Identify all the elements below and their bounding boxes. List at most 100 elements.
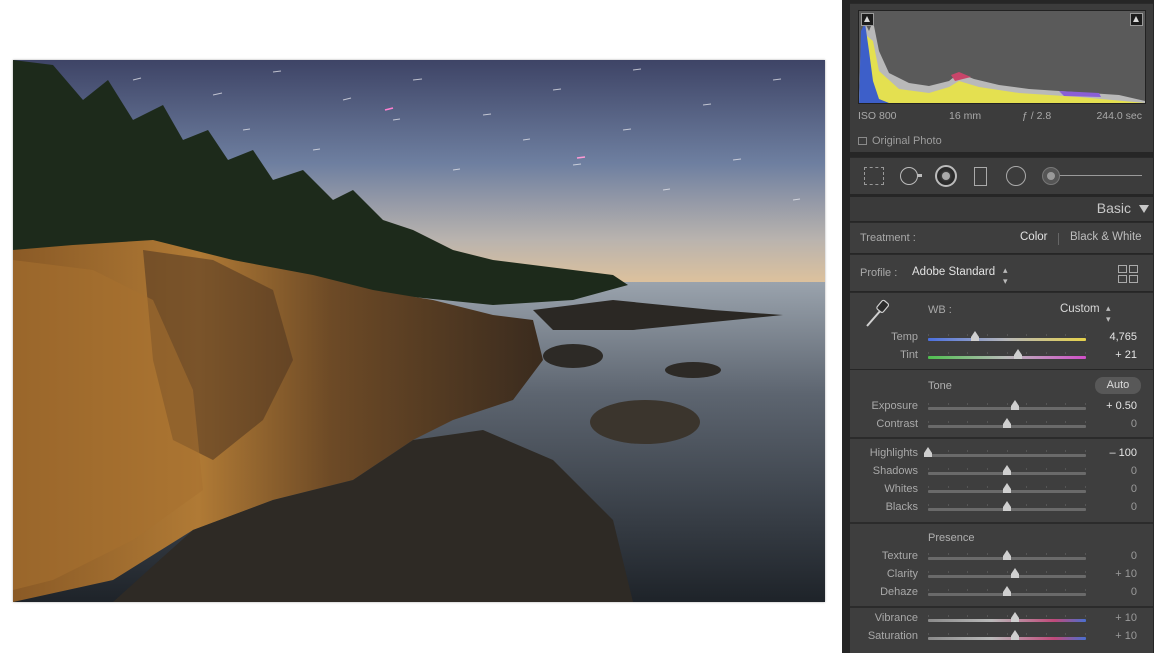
- original-photo-checkbox[interactable]: [858, 137, 867, 145]
- vibrance-slider-knob[interactable]: [1010, 612, 1019, 622]
- whites-value[interactable]: 0: [1131, 483, 1137, 495]
- red-eye-icon[interactable]: [935, 165, 957, 187]
- treatment-color-button[interactable]: Color: [1020, 231, 1047, 243]
- develop-panel: ISO 800 16 mm ƒ / 2.8 244.0 sec Original…: [842, 0, 1154, 653]
- profile-browser-icon[interactable]: [1118, 265, 1138, 283]
- presence-section: Presence Texture 0 Clarity + 10 Dehaze 0: [850, 524, 1153, 606]
- whites-slider-row: Whites 0: [850, 481, 1153, 499]
- exif-info: ISO 800 16 mm ƒ / 2.8 244.0 sec: [858, 110, 1144, 124]
- whites-label: Whites: [884, 483, 918, 495]
- highlights-slider-knob[interactable]: [924, 447, 932, 457]
- clarity-slider-knob[interactable]: [1010, 568, 1019, 578]
- slider-ticks: [928, 450, 1086, 452]
- graduated-filter-icon[interactable]: [974, 167, 987, 186]
- texture-label: Texture: [881, 550, 918, 562]
- shadows-slider-row: Shadows 0: [850, 463, 1153, 481]
- tone-title: Tone: [928, 380, 952, 392]
- tint-label: Tint: [900, 349, 918, 361]
- blacks-slider-knob[interactable]: [1003, 501, 1011, 511]
- tint-value[interactable]: + 21: [1115, 349, 1137, 361]
- wb-dropdown[interactable]: Custom: [1060, 303, 1100, 315]
- wb-updown-icon[interactable]: ▴ ▾: [1106, 303, 1111, 325]
- image-canvas: [0, 0, 840, 653]
- original-photo-toggle[interactable]: Original Photo: [858, 135, 942, 147]
- texture-slider-row: Texture 0: [850, 548, 1153, 566]
- highlights-value[interactable]: – 100: [1109, 447, 1137, 459]
- photo-preview[interactable]: [13, 60, 825, 602]
- exposure-label: Exposure: [871, 400, 918, 412]
- auto-tone-button[interactable]: Auto: [1095, 377, 1141, 394]
- blacks-label: Blacks: [885, 501, 918, 513]
- temp-slider-row: Temp 4,765: [850, 329, 1153, 347]
- original-photo-label: Original Photo: [872, 135, 942, 147]
- tint-slider-row: Tint + 21: [850, 347, 1153, 365]
- spot-removal-arrow-icon: [917, 174, 922, 177]
- contrast-value[interactable]: 0: [1131, 418, 1137, 430]
- texture-slider-knob[interactable]: [1003, 550, 1011, 560]
- temp-value[interactable]: 4,765: [1109, 331, 1137, 343]
- clarity-label: Clarity: [886, 568, 918, 580]
- clarity-value[interactable]: + 10: [1115, 568, 1137, 580]
- shadows-value[interactable]: 0: [1131, 465, 1137, 477]
- focal-length-value: 16 mm: [949, 110, 982, 122]
- highlights-slider[interactable]: [928, 454, 1086, 457]
- treatment-row: Treatment : Color Black & White: [850, 222, 1153, 253]
- profile-dropdown[interactable]: Adobe Standard: [912, 266, 995, 278]
- treatment-bw-button[interactable]: Black & White: [1070, 231, 1142, 243]
- histogram-section: ISO 800 16 mm ƒ / 2.8 244.0 sec Original…: [850, 3, 1153, 152]
- dehaze-value[interactable]: 0: [1131, 586, 1137, 598]
- exposure-slider[interactable]: [928, 407, 1086, 410]
- highlights-section: Highlights – 100 Shadows 0 Whites 0 Blacks 0: [850, 439, 1153, 522]
- dehaze-label: Dehaze: [880, 586, 918, 598]
- highlight-clipping-toggle[interactable]: [1130, 13, 1143, 26]
- treatment-separator: [1058, 233, 1059, 245]
- histogram[interactable]: [858, 10, 1146, 104]
- exposure-slider-knob[interactable]: [1010, 400, 1019, 410]
- contrast-slider-knob[interactable]: [1003, 418, 1011, 428]
- whites-slider-knob[interactable]: [1003, 483, 1011, 493]
- crop-overlay-icon[interactable]: [864, 167, 884, 185]
- spot-removal-icon[interactable]: [900, 167, 918, 185]
- shutter-value: 244.0 sec: [1096, 110, 1142, 122]
- slider-ticks: [928, 571, 1086, 573]
- shadows-slider-knob[interactable]: [1003, 465, 1011, 475]
- temp-slider-knob[interactable]: [971, 331, 980, 341]
- tool-strip: [850, 157, 1153, 194]
- vibrance-label: Vibrance: [874, 612, 918, 624]
- saturation-value[interactable]: + 10: [1115, 630, 1137, 642]
- vibrance-slider-row: Vibrance + 10: [850, 610, 1153, 628]
- panel-title: Basic: [1096, 200, 1131, 216]
- dehaze-slider-knob[interactable]: [1003, 586, 1011, 596]
- vibrance-value[interactable]: + 10: [1115, 612, 1137, 624]
- temp-slider[interactable]: [928, 338, 1086, 341]
- radial-filter-icon[interactable]: [1006, 166, 1026, 186]
- dehaze-slider-row: Dehaze 0: [850, 584, 1153, 602]
- slider-ticks: [928, 334, 1086, 336]
- exposure-value[interactable]: + 0.50: [1106, 400, 1137, 412]
- adjustment-brush-icon[interactable]: [1042, 167, 1060, 185]
- clarity-slider-row: Clarity + 10: [850, 566, 1153, 584]
- vibrance-slider[interactable]: [928, 619, 1086, 622]
- clarity-slider[interactable]: [928, 575, 1086, 578]
- highlights-label: Highlights: [869, 447, 918, 459]
- treatment-label: Treatment :: [860, 232, 916, 244]
- collapse-triangle-icon[interactable]: [1139, 205, 1149, 213]
- blacks-value[interactable]: 0: [1131, 501, 1137, 513]
- shadows-label: Shadows: [872, 465, 918, 477]
- temp-label: Temp: [891, 331, 918, 343]
- saturation-slider-knob[interactable]: [1010, 630, 1019, 640]
- brush-slider-track: [1054, 175, 1142, 176]
- basic-panel-header[interactable]: Basic: [850, 197, 1153, 221]
- tint-slider-knob[interactable]: [1014, 349, 1023, 359]
- texture-value[interactable]: 0: [1131, 550, 1137, 562]
- contrast-label: Contrast: [876, 418, 918, 430]
- presence-title: Presence: [928, 532, 975, 544]
- eyedropper-icon[interactable]: [862, 296, 892, 330]
- tint-slider[interactable]: [928, 356, 1086, 359]
- profile-updown-icon[interactable]: ▴ ▾: [1003, 265, 1008, 287]
- highlights-slider-row: Highlights – 100: [850, 445, 1153, 463]
- aperture-value: ƒ / 2.8: [1022, 110, 1052, 122]
- saturation-slider[interactable]: [928, 637, 1086, 640]
- vibrance-section: Vibrance + 10 Saturation + 10: [850, 608, 1153, 653]
- shadow-clipping-toggle[interactable]: [861, 13, 874, 26]
